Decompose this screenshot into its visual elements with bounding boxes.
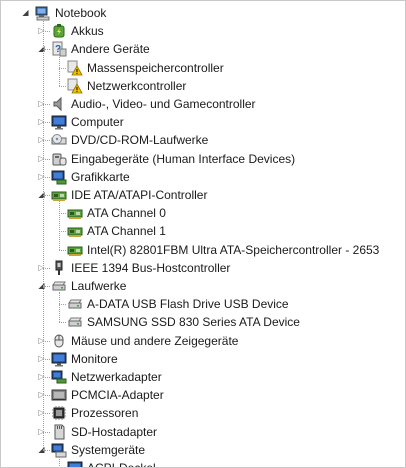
tree-connector-line xyxy=(43,449,50,451)
tree-item-computer[interactable]: ▷ Computer xyxy=(1,113,405,131)
disk-drive-icon xyxy=(67,314,83,330)
tree-connector-line xyxy=(43,195,50,196)
tree-item-label: Audio-, Video- und Gamecontroller xyxy=(71,97,256,111)
mouse-icon xyxy=(51,333,67,349)
optical-drive-icon xyxy=(51,132,67,148)
disk-drive-icon xyxy=(67,296,83,312)
tree-item-label: Akkus xyxy=(71,24,104,39)
tree-item-andere-geraete[interactable]: ◢? Andere Geräte xyxy=(1,40,405,58)
tree-item-label: Systemgeräte xyxy=(71,442,146,457)
tree-item-label: ATA Channel 0 xyxy=(87,206,166,221)
tree-item-grafikkarte[interactable]: ▷ Grafikkarte xyxy=(1,168,405,186)
battery-icon xyxy=(51,23,67,39)
tree-connector-line xyxy=(43,122,50,124)
tree-item-systemgeraete[interactable]: ◢ Systemgeräte xyxy=(1,441,405,459)
tree-connector-line xyxy=(43,176,50,178)
tree-item-label: ATA Channel 1 xyxy=(87,224,166,239)
monitor-icon xyxy=(67,460,83,467)
warning-device-icon xyxy=(67,78,83,94)
tree-item-label: Laufwerke xyxy=(71,279,127,293)
tree-connector-line xyxy=(43,377,50,378)
pcmcia-icon xyxy=(51,387,67,403)
tree-connector-line xyxy=(59,201,60,250)
monitor-icon xyxy=(51,114,67,130)
tree-connector-line xyxy=(43,395,50,397)
tree-root-notebook[interactable]: ◢ Notebook xyxy=(1,4,405,22)
tree-item-netzwerkadapter[interactable]: ▷ Netzwerkadapter xyxy=(1,368,405,386)
tree-item-monitore[interactable]: ▷ Monitore xyxy=(1,350,405,368)
tree-connector-line xyxy=(59,322,66,324)
tree-item-label: DVD/CD-ROM-Laufwerke xyxy=(71,133,209,148)
tree-connector-line xyxy=(43,158,50,160)
tree-item-audio-video-und-gamecontroller[interactable]: ▷ Audio-, Video- und Gamecontroller xyxy=(1,95,405,113)
tree-connector-line xyxy=(43,358,50,360)
tree-item-label: Massenspeichercontroller xyxy=(87,60,224,75)
warning-device-icon xyxy=(67,60,83,76)
tree-item-label: A-DATA USB Flash Drive USB Device xyxy=(87,297,289,312)
tree-item-eingabegeraete-human-interface-devices[interactable]: ▷ Eingabegeräte (Human Interface Devices) xyxy=(1,150,405,168)
tree-item-label: Mäuse und andere Zeigegeräte xyxy=(71,333,239,348)
tree-connector-line xyxy=(43,19,44,450)
tree-connector-line xyxy=(43,340,50,342)
collapse-arrow-icon[interactable]: ◢ xyxy=(21,8,30,17)
tree-connector-line xyxy=(59,55,60,86)
ide-controller-icon xyxy=(67,205,83,221)
network-adapter-icon xyxy=(51,369,67,385)
device-manager-tree-panel: ◢ Notebook ▷ Akkus ◢? Andere Geräte Massenspei… xyxy=(0,0,406,468)
monitor-icon xyxy=(51,351,67,367)
display-adapter-icon xyxy=(51,169,67,185)
tree-connector-line xyxy=(59,231,66,233)
tree-item-maeuse-und-andere-zeigegeraete[interactable]: ▷ Mäuse und andere Zeigegeräte xyxy=(1,332,405,350)
tree-item-label: Intel(R) 82801FBM Ultra ATA-Speichercont… xyxy=(87,242,380,257)
tree-connector-line xyxy=(59,455,60,467)
tree-item-label: Notebook xyxy=(55,6,107,20)
tree-connector-line xyxy=(43,431,50,433)
tree-connector-line xyxy=(59,292,60,323)
tree-item-label: SAMSUNG SSD 830 Series ATA Device xyxy=(87,315,300,330)
tree-connector-line xyxy=(43,413,50,415)
tree-connector-line xyxy=(43,49,50,51)
tree-item-label: ACPI-Deckel xyxy=(87,461,156,468)
tree-connector-line xyxy=(43,104,50,105)
tree-item-prozessoren[interactable]: ▷ Prozessoren xyxy=(1,404,405,422)
tree-item-label: Netzwerkcontroller xyxy=(87,78,187,93)
tree-item-label: Prozessoren xyxy=(71,406,139,421)
device-tree: ◢ Notebook ▷ Akkus ◢? Andere Geräte Massenspei… xyxy=(1,1,405,467)
processor-icon xyxy=(51,405,67,421)
sd-host-icon xyxy=(51,424,67,440)
tree-item-ieee-1394-bus-hostcontroller[interactable]: ▷ IEEE 1394 Bus-Hostcontroller xyxy=(1,259,405,277)
tree-connector-line xyxy=(59,249,66,251)
tree-item-label: IDE ATA/ATAPI-Controller xyxy=(71,188,208,202)
tree-connector-line xyxy=(59,85,66,87)
ide-controller-icon xyxy=(67,242,83,258)
tree-item-sd-hostadapter[interactable]: ▷ SD-Hostadapter xyxy=(1,423,405,441)
speaker-icon xyxy=(51,96,67,112)
tree-item-ide-ata-atapi-controller[interactable]: ◢ IDE ATA/ATAPI-Controller xyxy=(1,186,405,204)
ide-controller-icon xyxy=(67,223,83,239)
tree-item-label: Monitore xyxy=(71,351,118,366)
tree-item-akkus[interactable]: ▷ Akkus xyxy=(1,22,405,40)
tree-item-label: IEEE 1394 Bus-Hostcontroller xyxy=(71,260,231,275)
tree-item-label: Netzwerkadapter xyxy=(71,370,162,384)
tree-item-label: Computer xyxy=(71,115,124,130)
tree-connector-line xyxy=(59,304,66,306)
firewire-icon xyxy=(51,260,67,276)
tree-item-label: SD-Hostadapter xyxy=(71,424,158,439)
tree-connector-line xyxy=(43,31,50,33)
tree-connector-line xyxy=(43,140,50,142)
tree-item-acpi-deckel[interactable]: ACPI-Deckel xyxy=(1,459,405,468)
tree-connector-line xyxy=(59,213,66,215)
tree-connector-line xyxy=(59,67,66,69)
tree-item-label: Grafikkarte xyxy=(71,169,130,184)
hid-icon xyxy=(51,151,67,167)
tree-connector-line xyxy=(43,286,50,287)
tree-item-label: Eingabegeräte (Human Interface Devices) xyxy=(71,151,296,166)
tree-item-pcmcia-adapter[interactable]: ▷ PCMCIA-Adapter xyxy=(1,386,405,404)
tree-item-label: Andere Geräte xyxy=(71,42,150,57)
tree-item-dvd-cd-rom-laufwerke[interactable]: ▷ DVD/CD-ROM-Laufwerke xyxy=(1,131,405,149)
tree-item-laufwerke[interactable]: ◢ Laufwerke xyxy=(1,277,405,295)
tree-item-label: PCMCIA-Adapter xyxy=(71,388,164,403)
tree-connector-line xyxy=(43,267,50,269)
